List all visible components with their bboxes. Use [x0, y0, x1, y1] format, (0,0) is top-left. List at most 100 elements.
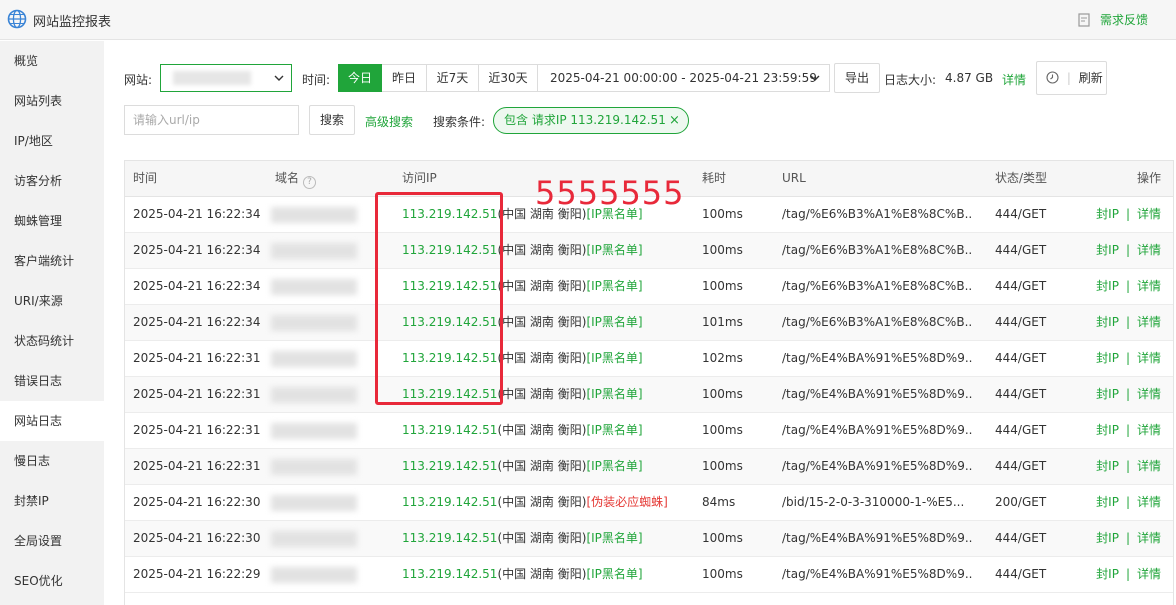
row-status: 444/GET	[995, 567, 1047, 581]
table-row: 2025-04-21 16:22:31 113.219.142.51(中国 湖南…	[125, 341, 1173, 377]
condition-tag-text: 包含 请求IP 113.219.142.51	[504, 113, 666, 127]
row-ip-cell: 113.219.142.51(中国 湖南 衡阳)[IP黑名单]	[402, 413, 692, 448]
row-status: 444/GET	[995, 351, 1047, 365]
ban-ip-button[interactable]: 封IP	[1096, 387, 1119, 401]
row-location: (中国 湖南 衡阳)	[497, 387, 587, 401]
search-button[interactable]: 搜索	[309, 105, 355, 135]
ban-ip-button[interactable]: 封IP	[1096, 567, 1119, 581]
tab-last-7-days[interactable]: 近7天	[427, 64, 479, 92]
export-button[interactable]: 导出	[834, 63, 880, 93]
sidebar-item-slow-log[interactable]: 慢日志	[0, 441, 104, 481]
row-flag: [IP黑名单]	[586, 351, 643, 365]
row-detail-button[interactable]: 详情	[1137, 567, 1161, 581]
row-cost: 100ms	[702, 387, 743, 401]
row-flag: [IP黑名单]	[586, 531, 643, 545]
row-detail-button[interactable]: 详情	[1137, 243, 1161, 257]
row-detail-button[interactable]: 详情	[1137, 459, 1161, 473]
ban-ip-button[interactable]: 封IP	[1096, 207, 1119, 221]
row-cost: 100ms	[702, 567, 743, 581]
ops-separator: |	[1125, 531, 1130, 545]
row-detail-button[interactable]: 详情	[1137, 351, 1161, 365]
sidebar-item-error-log[interactable]: 错误日志	[0, 361, 104, 401]
date-range-picker[interactable]: 2025-04-21 00:00:00 - 2025-04-21 23:59:5…	[538, 64, 830, 92]
table-row: 2025-04-21 16:22:34 113.219.142.51(中国 湖南…	[125, 305, 1173, 341]
row-time: 2025-04-21 16:22:29	[133, 567, 261, 581]
ops-separator: |	[1125, 207, 1130, 221]
row-ip-cell: 113.219.142.51(中国 湖南 衡阳)[IP黑名单]	[402, 521, 692, 556]
row-detail-button[interactable]: 详情	[1137, 387, 1161, 401]
row-url: /tag/%E4%BA%91%E5%8D%9...	[782, 531, 972, 545]
row-ip[interactable]: 113.219.142.51	[402, 495, 497, 509]
row-detail-button[interactable]: 详情	[1137, 423, 1161, 437]
advanced-search-link[interactable]: 高级搜索	[365, 113, 413, 130]
log-details-link[interactable]: 详情	[1002, 71, 1026, 88]
table-row: 2025-04-21 16:22:31 113.219.142.51(中国 湖南…	[125, 413, 1173, 449]
row-ip[interactable]: 113.219.142.51	[402, 567, 497, 581]
row-detail-button[interactable]: 详情	[1137, 207, 1161, 221]
ban-ip-button[interactable]: 封IP	[1096, 459, 1119, 473]
close-icon[interactable]: ×	[669, 108, 680, 133]
feedback-link[interactable]: 需求反馈	[1078, 11, 1148, 28]
tab-yesterday[interactable]: 昨日	[382, 64, 427, 92]
search-conditions-label: 搜索条件:	[433, 115, 486, 129]
site-name-redacted	[173, 71, 251, 85]
row-url: /tag/%E6%B3%A1%E8%8C%B...	[782, 207, 972, 221]
row-ip[interactable]: 113.219.142.51	[402, 531, 497, 545]
row-time: 2025-04-21 16:22:31	[133, 459, 261, 473]
sidebar-item-seo[interactable]: SEO优化	[0, 561, 104, 601]
row-url: /tag/%E4%BA%91%E5%8D%9...	[782, 423, 972, 437]
log-size-label: 日志大小:	[884, 73, 937, 87]
row-detail-button[interactable]: 详情	[1137, 315, 1161, 329]
sidebar-item-overview[interactable]: 概览	[0, 41, 104, 81]
row-ops: 封IP | 详情	[1091, 233, 1161, 268]
annotation-box	[375, 192, 503, 405]
sidebar-item-site-list[interactable]: 网站列表	[0, 81, 104, 121]
ban-ip-button[interactable]: 封IP	[1096, 531, 1119, 545]
col-domain: 域名?	[275, 161, 365, 196]
row-status: 444/GET	[995, 243, 1047, 257]
help-icon[interactable]: ?	[303, 176, 317, 189]
row-ip[interactable]: 113.219.142.51	[402, 423, 497, 437]
sidebar-item-uri-source[interactable]: URI/来源	[0, 281, 104, 321]
sidebar-item-ip-region[interactable]: IP/地区	[0, 121, 104, 161]
table-row: 2025-04-21 16:22:34 113.219.142.51(中国 湖南…	[125, 269, 1173, 305]
app-root: 网站监控报表 需求反馈 概览 网站列表 IP/地区 访客分析 蜘蛛管理 客户端统…	[0, 0, 1176, 605]
condition-tag: 包含 请求IP 113.219.142.51 ×	[493, 107, 689, 134]
tab-last-30-days[interactable]: 近30天	[479, 64, 538, 92]
ban-ip-button[interactable]: 封IP	[1096, 423, 1119, 437]
refresh-divider: |	[1066, 71, 1071, 85]
annotation-text: 5555555	[535, 174, 685, 212]
row-cost: 100ms	[702, 207, 743, 221]
ban-ip-button[interactable]: 封IP	[1096, 351, 1119, 365]
ban-ip-button[interactable]: 封IP	[1096, 315, 1119, 329]
table-row: 2025-04-21 16:22:29 113.219.142.51(中国 湖南…	[125, 557, 1173, 593]
domain-redacted	[271, 279, 357, 295]
chevron-down-icon	[810, 75, 820, 81]
sidebar-item-client-stats[interactable]: 客户端统计	[0, 241, 104, 281]
refresh-button[interactable]: | 刷新	[1036, 61, 1107, 95]
sidebar-item-banned-ip[interactable]: 封禁IP	[0, 481, 104, 521]
row-ip[interactable]: 113.219.142.51	[402, 459, 497, 473]
ban-ip-button[interactable]: 封IP	[1096, 243, 1119, 257]
row-detail-button[interactable]: 详情	[1137, 279, 1161, 293]
ban-ip-button[interactable]: 封IP	[1096, 279, 1119, 293]
site-select[interactable]	[160, 64, 292, 92]
search-input[interactable]	[124, 105, 299, 135]
sidebar-item-spider-management[interactable]: 蜘蛛管理	[0, 201, 104, 241]
row-flag: [伪装必应蜘蛛]	[586, 495, 668, 509]
row-flag: [IP黑名单]	[586, 243, 643, 257]
row-detail-button[interactable]: 详情	[1137, 495, 1161, 509]
tab-today[interactable]: 今日	[338, 64, 382, 92]
row-status: 444/GET	[995, 315, 1047, 329]
ops-separator: |	[1125, 243, 1130, 257]
sidebar-item-status-code-stats[interactable]: 状态码统计	[0, 321, 104, 361]
sidebar-item-global-settings[interactable]: 全局设置	[0, 521, 104, 561]
ban-ip-button[interactable]: 封IP	[1096, 495, 1119, 509]
domain-redacted	[271, 495, 357, 511]
sidebar: 概览 网站列表 IP/地区 访客分析 蜘蛛管理 客户端统计 URI/来源 状态码…	[0, 41, 104, 605]
sidebar-item-visitor-analysis[interactable]: 访客分析	[0, 161, 104, 201]
row-location: (中国 湖南 衡阳)	[497, 243, 587, 257]
row-detail-button[interactable]: 详情	[1137, 531, 1161, 545]
sidebar-item-site-log[interactable]: 网站日志	[0, 401, 104, 441]
row-location: (中国 湖南 衡阳)	[497, 495, 587, 509]
